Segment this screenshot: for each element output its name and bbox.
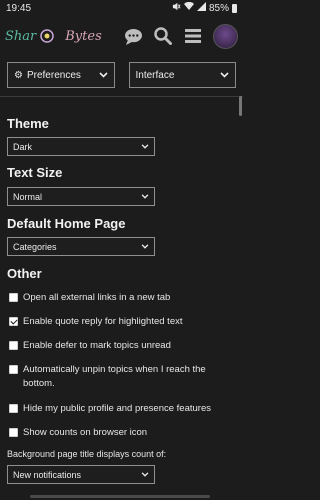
title-count-select[interactable]: New notifications (7, 465, 155, 484)
home-page-value: Categories (13, 241, 57, 252)
logo-text: Shar (5, 28, 37, 44)
checkbox[interactable] (9, 365, 18, 374)
battery-icon (232, 3, 237, 13)
chat-icon[interactable] (123, 26, 143, 46)
preferences-nav: ⚙ Preferences Interface (7, 62, 236, 88)
text-size-select[interactable]: Normal (7, 187, 155, 206)
option-label: Show counts on browser icon (23, 427, 148, 438)
theme-select[interactable]: Dark (7, 137, 155, 156)
chevron-down-icon (141, 472, 149, 477)
chevron-down-icon (141, 144, 149, 149)
preferences-label: Preferences (26, 69, 81, 81)
home-page-select[interactable]: Categories (7, 237, 155, 256)
home-page-title: Default Home Page (7, 216, 126, 231)
site-header: Shar Bytes (0, 18, 243, 54)
chevron-down-icon (141, 244, 149, 249)
status-icons: 85% (172, 1, 237, 14)
title-count-label: Background page title displays count of: (7, 449, 167, 459)
theme-title: Theme (7, 116, 49, 131)
header-icons (123, 23, 238, 49)
wifi-icon (183, 1, 194, 14)
status-bar: 19:45 85% (0, 0, 243, 16)
avatar[interactable] (213, 23, 238, 49)
chevron-down-icon (98, 72, 108, 78)
interface-dropdown[interactable]: Interface (128, 62, 236, 88)
chevron-down-icon (141, 194, 149, 199)
option-auto-unpin[interactable]: Automatically unpin topics when I reach … (9, 363, 234, 391)
checkbox[interactable] (9, 341, 18, 350)
search-icon[interactable] (153, 26, 173, 46)
status-time: 19:45 (6, 2, 32, 14)
battery-percent: 85% (208, 2, 229, 14)
text-size-value: Normal (13, 191, 43, 202)
interface-label: Interface (135, 69, 175, 81)
option-browser-count[interactable]: Show counts on browser icon (9, 426, 234, 440)
divider (0, 96, 243, 97)
other-title: Other (7, 266, 42, 281)
text-size-title: Text Size (7, 165, 63, 180)
mute-icon (172, 2, 181, 14)
title-count-value: New notifications (13, 469, 82, 480)
option-hide-profile[interactable]: Hide my public profile and presence feat… (9, 402, 234, 416)
checkbox-checked[interactable] (9, 317, 18, 326)
option-label: Open all external links in a new tab (23, 292, 171, 303)
scrollbar-thumb[interactable] (239, 96, 242, 116)
option-external-links[interactable]: Open all external links in a new tab (9, 291, 234, 305)
logo-text-secondary: Bytes (65, 28, 102, 44)
option-label: Automatically unpin topics when I reach … (23, 364, 206, 389)
option-label: Enable defer to mark topics unread (23, 340, 171, 351)
option-label: Hide my public profile and presence feat… (23, 403, 211, 414)
theme-value: Dark (13, 141, 33, 152)
checkbox[interactable] (9, 428, 18, 437)
checkbox[interactable] (9, 404, 18, 413)
signal-icon (196, 2, 206, 14)
checkbox[interactable] (9, 293, 18, 302)
logo-mark-icon (36, 25, 58, 47)
option-label: Enable quote reply for highlighted text (23, 316, 183, 327)
option-defer-unread[interactable]: Enable defer to mark topics unread (9, 339, 234, 353)
preferences-dropdown[interactable]: ⚙ Preferences (7, 62, 115, 88)
site-logo[interactable]: Shar Bytes (5, 25, 102, 47)
option-quote-reply[interactable]: Enable quote reply for highlighted text (9, 315, 234, 329)
gesture-handle (30, 495, 210, 498)
gear-icon: ⚙ (14, 69, 23, 81)
menu-icon[interactable] (183, 26, 203, 46)
chevron-down-icon (220, 72, 229, 78)
